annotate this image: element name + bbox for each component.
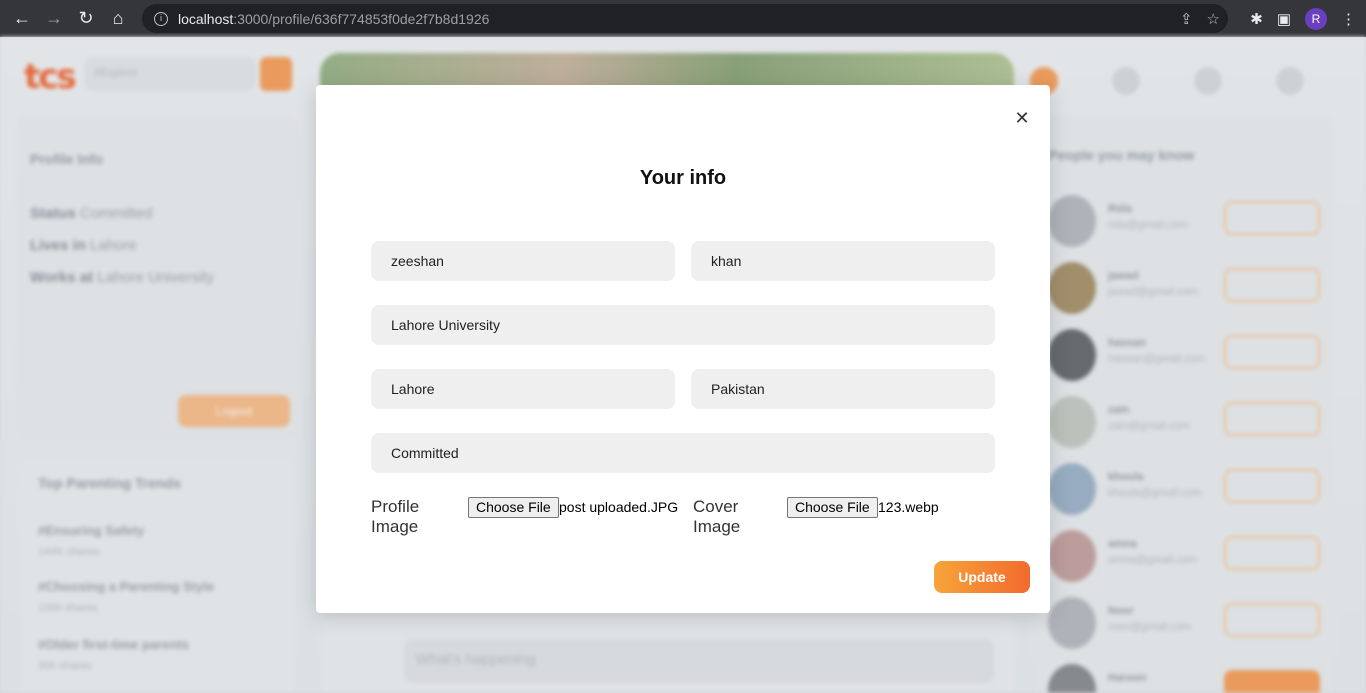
relationship-input[interactable] [371,433,995,473]
menu-icon[interactable]: ⋮ [1341,10,1356,28]
extensions-icon[interactable]: ✱ [1250,10,1263,28]
works-at-input[interactable] [371,305,995,345]
site-info-icon[interactable]: i [154,11,168,26]
cover-choose-file-button[interactable]: Choose File [787,497,878,518]
profile-file-name: post uploaded.JPG [559,499,679,515]
country-input[interactable] [691,369,995,409]
profile-avatar[interactable]: R [1305,7,1327,30]
modal-title: Your info [639,167,727,189]
bookmark-star-icon[interactable]: ☆ [1207,10,1220,28]
update-button[interactable]: Update [934,561,1030,593]
lives-in-input[interactable] [371,369,675,409]
reload-icon[interactable]: ↻ [70,0,102,37]
profile-choose-file-button[interactable]: Choose File [468,497,559,518]
cover-image-label: Cover Image [693,497,741,536]
profile-image-label: Profile Image [371,497,420,536]
url-host: localhost [178,10,234,27]
side-panel-icon[interactable]: ▣ [1277,10,1291,28]
back-icon[interactable]: ← [6,0,38,37]
browser-toolbar: ← → ↻ ⌂ i localhost:3000/profile/636f774… [0,0,1366,37]
share-icon[interactable]: ⇪ [1180,10,1193,28]
home-icon[interactable]: ⌂ [102,0,134,37]
last-name-input[interactable] [691,241,995,281]
first-name-input[interactable] [371,241,675,281]
info-modal: ✕ Your info Profile Image Choose File po… [316,85,1050,613]
address-bar[interactable]: i localhost:3000/profile/636f774853f0de2… [142,4,1228,33]
url-path: :3000/profile/636f774853f0de2f7b8d1926 [233,10,490,27]
forward-icon[interactable]: → [38,0,70,37]
close-icon[interactable]: ✕ [1012,109,1032,129]
cover-file-name: 123.webp [878,499,939,515]
